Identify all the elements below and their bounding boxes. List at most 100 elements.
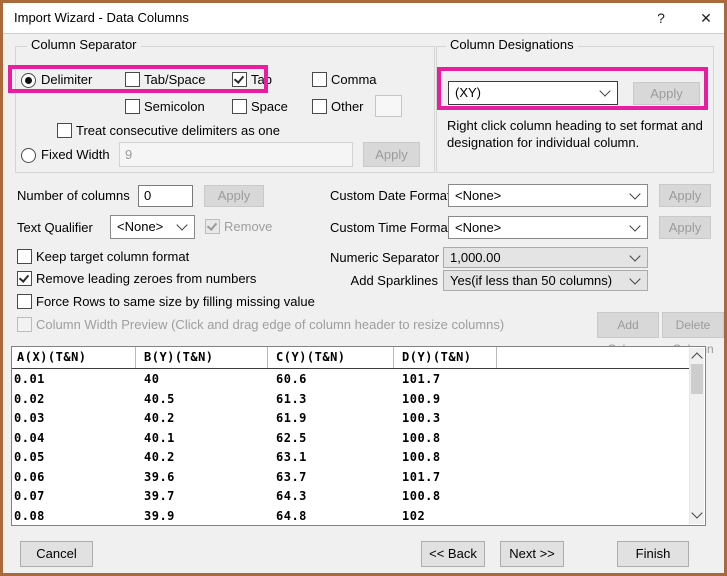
fixed-width-apply-button: Apply (363, 142, 420, 167)
scroll-up-icon[interactable] (690, 348, 704, 364)
chevron-down-icon (599, 85, 611, 97)
window-title: Import Wizard - Data Columns (14, 10, 189, 25)
numeric-separator-label: Numeric Separator (330, 250, 440, 265)
other-delimiter-input[interactable] (375, 95, 402, 117)
semicolon-checkbox-label[interactable]: Semicolon (144, 99, 205, 115)
remove-leading-zeroes-checkbox-label[interactable]: Remove leading zeroes from numbers (36, 271, 256, 287)
space-checkbox[interactable] (232, 99, 247, 114)
table-cell: 0.06 (14, 469, 45, 484)
table-cell (497, 468, 690, 488)
column-width-preview-checkbox (17, 317, 32, 332)
table-cell: 101.7 (402, 372, 441, 386)
close-button[interactable]: ✕ (692, 3, 720, 33)
chevron-down-icon (176, 219, 188, 231)
force-rows-checkbox[interactable] (17, 294, 32, 309)
table-cell: 64.3 (276, 489, 307, 503)
other-checkbox[interactable] (312, 99, 327, 114)
fixed-width-radio-label[interactable]: Fixed Width (41, 147, 110, 163)
space-checkbox-label[interactable]: Space (251, 99, 288, 115)
table-cell: 0.03 (14, 411, 45, 425)
table-cell (497, 487, 690, 507)
tab-space-checkbox[interactable] (125, 72, 140, 87)
table-cell: 100.8 (402, 489, 441, 503)
column-header[interactable] (497, 347, 690, 368)
table-cell (497, 429, 690, 449)
chevron-down-icon (629, 219, 641, 232)
cancel-button[interactable]: Cancel (20, 541, 93, 567)
back-button[interactable]: << Back (421, 541, 485, 567)
column-header[interactable]: D(Y)(T&N) (394, 347, 497, 368)
column-separator-group-label: Column Separator (27, 38, 141, 52)
add-column-button: Add Column (597, 312, 659, 356)
custom-time-format-label: Custom Time Format (330, 220, 452, 235)
tab-checkbox[interactable] (232, 72, 247, 87)
numeric-separator-select[interactable]: 1,000.00 (443, 247, 648, 268)
next-button[interactable]: Next >> (500, 541, 564, 567)
scrollbar-thumb[interactable] (691, 364, 703, 394)
chevron-down-icon (629, 187, 641, 200)
add-sparklines-value: Yes(if less than 50 columns) (450, 273, 613, 288)
fixed-width-input: 9 (119, 142, 353, 167)
custom-time-format-select[interactable]: <None> (448, 216, 648, 239)
custom-date-format-label: Custom Date Format (330, 188, 451, 203)
treat-consecutive-checkbox[interactable] (57, 123, 72, 138)
table-cell: 0.08 (14, 508, 45, 523)
chevron-down-icon (629, 249, 641, 262)
table-row[interactable]: 0.03 40.2 61.9 100.3 (12, 409, 690, 429)
table-cell: 60.6 (276, 372, 307, 386)
column-header[interactable]: B(Y)(T&N) (136, 347, 268, 368)
table-row[interactable]: 0.01 40 60.6 101.7 (12, 370, 690, 390)
table-row[interactable]: 0.07 39.7 64.3 100.8 (12, 487, 690, 507)
other-checkbox-label[interactable]: Other (331, 99, 364, 115)
table-cell: 40 (144, 372, 160, 386)
vertical-scrollbar[interactable] (689, 348, 704, 524)
table-cell: 64.8 (276, 508, 307, 523)
table-cell: 63.7 (276, 469, 307, 484)
add-sparklines-select[interactable]: Yes(if less than 50 columns) (443, 270, 648, 291)
table-cell: 100.9 (402, 391, 441, 406)
table-row[interactable]: 0.02 40.5 61.3 100.9 (12, 390, 690, 410)
fixed-width-radio[interactable] (21, 148, 36, 163)
remove-qualifier-checkbox-label: Remove (224, 219, 273, 234)
table-row[interactable]: 0.05 40.2 63.1 100.8 (12, 448, 690, 468)
keep-target-format-checkbox-label[interactable]: Keep target column format (36, 249, 189, 265)
comma-checkbox[interactable] (312, 72, 327, 87)
column-width-preview-checkbox-label: Column Width Preview (Click and drag edg… (36, 317, 505, 332)
table-cell: 40.1 (144, 430, 175, 445)
custom-date-format-value: <None> (455, 188, 502, 203)
help-button[interactable]: ? (648, 3, 674, 33)
table-cell: 40.5 (144, 391, 175, 406)
text-qualifier-select-value: <None> (117, 219, 164, 234)
number-of-columns-input[interactable]: 0 (138, 185, 193, 207)
custom-date-apply-button: Apply (659, 184, 711, 207)
treat-consecutive-checkbox-label[interactable]: Treat consecutive delimiters as one (76, 123, 280, 139)
delimiter-radio[interactable] (21, 73, 36, 88)
comma-checkbox-label[interactable]: Comma (331, 72, 377, 88)
table-cell: 100.3 (402, 411, 441, 425)
preview-header[interactable]: A(X)(T&N) B(Y)(T&N) C(Y)(T&N) D(Y)(T&N) (12, 347, 690, 369)
table-cell (497, 507, 690, 525)
text-qualifier-select[interactable]: <None> (110, 215, 195, 239)
column-header[interactable]: A(X)(T&N) (12, 347, 136, 368)
column-header[interactable]: C(Y)(T&N) (268, 347, 394, 368)
chevron-down-icon (629, 272, 641, 285)
tab-checkbox-label[interactable]: Tab (251, 72, 272, 88)
custom-date-format-select[interactable]: <None> (448, 184, 648, 207)
table-row[interactable]: 0.04 40.1 62.5 100.8 (12, 429, 690, 449)
table-cell: 63.1 (276, 450, 307, 464)
tab-space-checkbox-label[interactable]: Tab/Space (144, 72, 205, 88)
table-cell: 39.7 (144, 489, 175, 503)
dialog-body: Column Separator Delimiter Tab/Space Tab… (3, 33, 724, 573)
table-cell (497, 370, 690, 390)
delimiter-radio-label[interactable]: Delimiter (41, 72, 92, 88)
finish-button[interactable]: Finish (617, 541, 689, 567)
table-row[interactable]: 0.06 39.6 63.7 101.7 (12, 468, 690, 488)
force-rows-checkbox-label[interactable]: Force Rows to same size by filling missi… (36, 294, 315, 310)
title-bar[interactable]: Import Wizard - Data Columns ? ✕ (3, 3, 724, 33)
table-row[interactable]: 0.08 39.9 64.8 102 (12, 507, 690, 525)
scroll-down-icon[interactable] (690, 507, 704, 524)
designation-select[interactable]: (XY) (448, 81, 618, 105)
remove-leading-zeroes-checkbox[interactable] (17, 271, 32, 286)
keep-target-format-checkbox[interactable] (17, 249, 32, 264)
semicolon-checkbox[interactable] (125, 99, 140, 114)
